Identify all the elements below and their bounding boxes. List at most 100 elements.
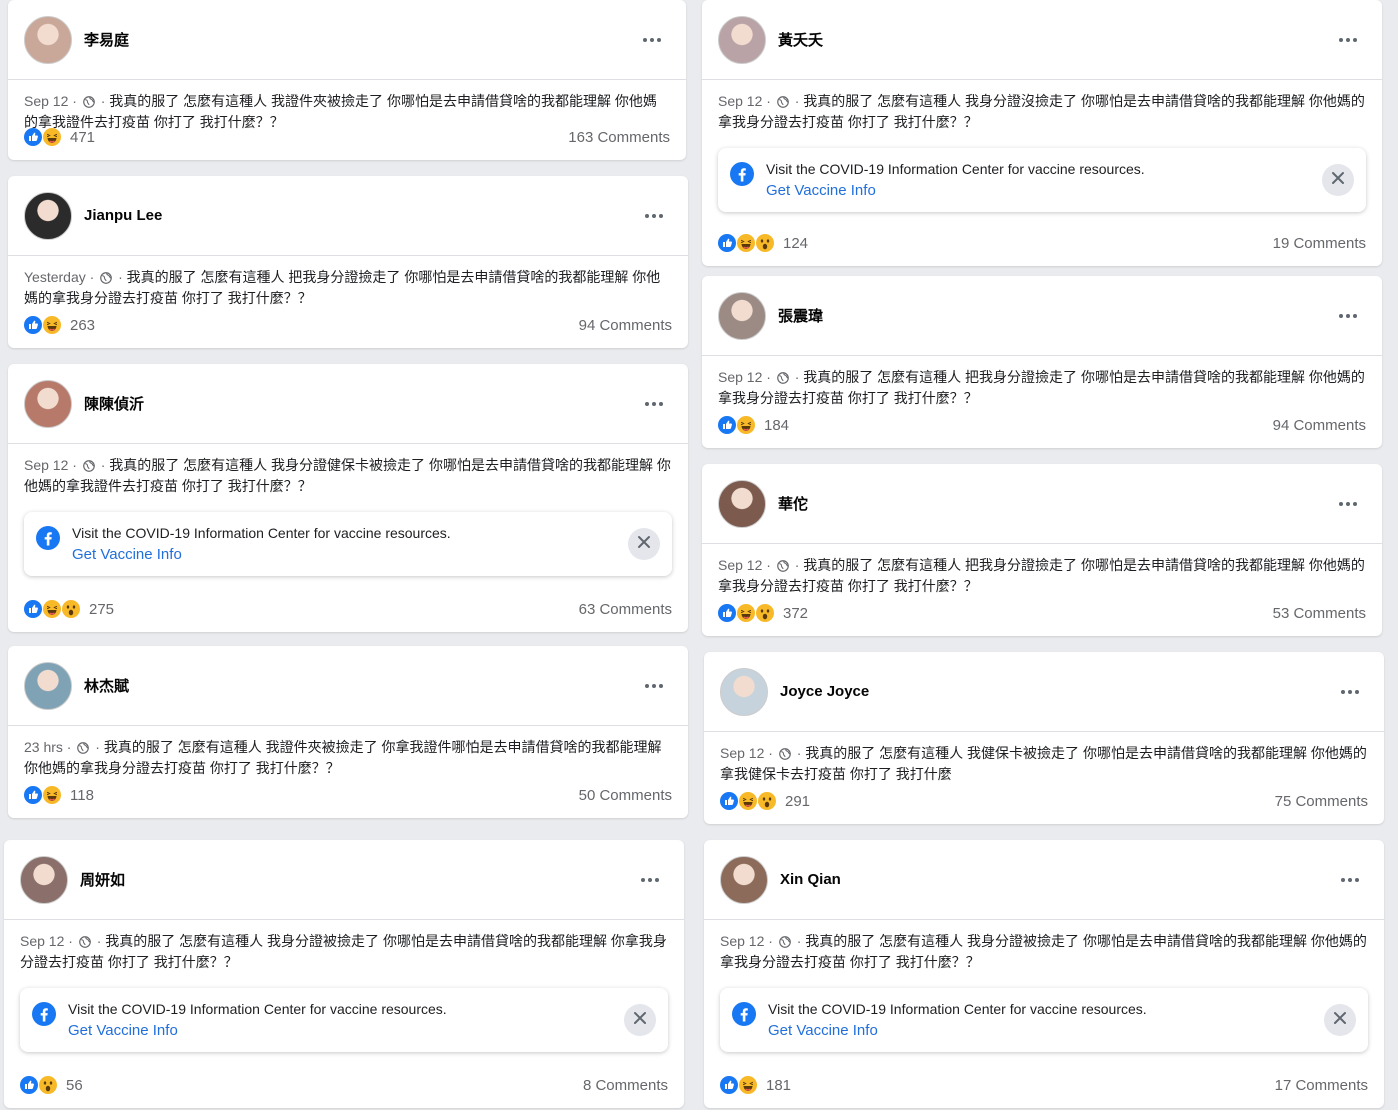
close-info-card-button[interactable]: [1322, 164, 1354, 196]
avatar[interactable]: [720, 667, 768, 716]
more-options-button[interactable]: [1330, 304, 1366, 328]
author-name[interactable]: 陳陳偵沂: [84, 393, 636, 414]
reaction-count[interactable]: 184: [764, 417, 789, 434]
more-options-button[interactable]: [632, 868, 668, 892]
author-name[interactable]: 華佗: [778, 493, 1330, 514]
post-footer: 275 63 Comments: [24, 598, 672, 620]
close-info-card-button[interactable]: [628, 528, 660, 560]
reaction-count[interactable]: 56: [66, 1077, 83, 1094]
avatar[interactable]: [720, 855, 768, 904]
author-name[interactable]: 林杰賦: [84, 675, 636, 696]
reaction-summary[interactable]: 372: [718, 604, 808, 622]
comments-count-link[interactable]: 94 Comments: [579, 317, 672, 334]
more-options-button[interactable]: [634, 28, 670, 52]
post-timestamp[interactable]: Sep 12: [718, 557, 762, 573]
post-timestamp[interactable]: Sep 12: [718, 369, 762, 385]
post-timestamp[interactable]: Sep 12: [24, 457, 68, 473]
reaction-count[interactable]: 263: [70, 317, 95, 334]
more-options-button[interactable]: [1330, 492, 1366, 516]
post-card: 李易庭 Sep 12 · · 我真的服了 怎麼有這種人 我證件夾被撿走了 你哪怕是…: [8, 0, 686, 160]
wow-reaction-icon: [62, 600, 80, 618]
close-info-card-button[interactable]: [624, 1004, 656, 1036]
reaction-count[interactable]: 124: [783, 235, 808, 252]
globe-icon[interactable]: [77, 740, 90, 759]
globe-icon[interactable]: [78, 934, 91, 953]
like-reaction-icon: [24, 316, 42, 334]
more-options-button[interactable]: [636, 204, 672, 228]
globe-icon[interactable]: [776, 370, 789, 389]
globe-icon[interactable]: [82, 458, 95, 477]
more-options-button[interactable]: [636, 674, 672, 698]
reaction-summary[interactable]: 291: [720, 792, 810, 810]
comments-count-link[interactable]: 50 Comments: [579, 787, 672, 804]
author-name[interactable]: 周妍如: [80, 869, 632, 890]
reaction-summary[interactable]: 56: [20, 1076, 83, 1094]
get-vaccine-info-link[interactable]: Get Vaccine Info: [768, 1020, 1324, 1041]
more-options-button[interactable]: [636, 392, 672, 416]
separator-dot: ·: [762, 93, 775, 109]
avatar[interactable]: [24, 661, 72, 710]
reaction-summary[interactable]: 184: [718, 416, 789, 434]
reaction-count[interactable]: 181: [766, 1077, 791, 1094]
reaction-count[interactable]: 471: [70, 129, 95, 146]
post-footer: 56 8 Comments: [20, 1074, 668, 1096]
post-timestamp[interactable]: Sep 12: [720, 933, 764, 949]
author-name[interactable]: 黃夭夭: [778, 29, 1330, 50]
globe-icon[interactable]: [82, 94, 95, 113]
get-vaccine-info-link[interactable]: Get Vaccine Info: [72, 544, 628, 565]
globe-icon[interactable]: [778, 746, 791, 765]
more-options-button[interactable]: [1332, 680, 1368, 704]
post-timestamp[interactable]: 23 hrs: [24, 739, 63, 755]
author-name[interactable]: 張震瑋: [778, 305, 1330, 326]
comments-count-link[interactable]: 163 Comments: [568, 129, 670, 146]
avatar[interactable]: [718, 15, 766, 64]
comments-count-link[interactable]: 19 Comments: [1273, 235, 1366, 252]
reaction-count[interactable]: 372: [783, 605, 808, 622]
globe-icon[interactable]: [776, 94, 789, 113]
author-name[interactable]: Joyce Joyce: [780, 683, 1332, 700]
reaction-summary[interactable]: 124: [718, 234, 808, 252]
reaction-summary[interactable]: 275: [24, 600, 114, 618]
post-timestamp[interactable]: Sep 12: [718, 93, 762, 109]
close-info-card-button[interactable]: [1324, 1004, 1356, 1036]
get-vaccine-info-link[interactable]: Get Vaccine Info: [68, 1020, 624, 1041]
comments-count-link[interactable]: 17 Comments: [1275, 1077, 1368, 1094]
reaction-summary[interactable]: 181: [720, 1076, 791, 1094]
more-options-button[interactable]: [1330, 28, 1366, 52]
avatar[interactable]: [24, 15, 72, 64]
globe-icon[interactable]: [778, 934, 791, 953]
post-text: 我真的服了 怎麼有這種人 我身分證健保卡被撿走了 你哪怕是去申請借貸啥的我都能理…: [24, 457, 671, 494]
post-header: Xin Qian: [704, 840, 1384, 920]
reaction-count[interactable]: 291: [785, 793, 810, 810]
author-name[interactable]: Xin Qian: [780, 871, 1332, 888]
post-timestamp[interactable]: Sep 12: [24, 93, 68, 109]
get-vaccine-info-link[interactable]: Get Vaccine Info: [766, 180, 1322, 201]
comments-count-link[interactable]: 94 Comments: [1273, 417, 1366, 434]
avatar[interactable]: [718, 479, 766, 528]
author-name[interactable]: 李易庭: [84, 29, 634, 50]
comments-count-link[interactable]: 53 Comments: [1273, 605, 1366, 622]
avatar[interactable]: [24, 191, 72, 240]
post-timestamp[interactable]: Yesterday: [24, 269, 86, 285]
post-header: 華佗: [702, 464, 1382, 544]
post-body: Yesterday · · 我真的服了 怎麼有這種人 把我身分證撿走了 你哪怕是…: [8, 256, 688, 308]
reaction-count[interactable]: 275: [89, 601, 114, 618]
avatar[interactable]: [24, 379, 72, 428]
reaction-count[interactable]: 118: [70, 787, 94, 804]
post-timestamp[interactable]: Sep 12: [20, 933, 64, 949]
globe-icon[interactable]: [776, 558, 789, 577]
reaction-summary[interactable]: 118: [24, 786, 94, 804]
globe-icon[interactable]: [100, 270, 113, 289]
reaction-summary[interactable]: 471: [24, 128, 95, 146]
reaction-summary[interactable]: 263: [24, 316, 95, 334]
comments-count-link[interactable]: 8 Comments: [583, 1077, 668, 1094]
comments-count-link[interactable]: 63 Comments: [579, 601, 672, 618]
comments-count-link[interactable]: 75 Comments: [1275, 793, 1368, 810]
post-text: 我真的服了 怎麼有這種人 我身分證被撿走了 你哪怕是去申請借貸啥的我都能理解 你…: [20, 933, 667, 970]
author-name[interactable]: Jianpu Lee: [84, 207, 636, 224]
post-timestamp[interactable]: Sep 12: [720, 745, 764, 761]
post-text: 我真的服了 怎麼有這種人 我健保卡被撿走了 你哪怕是去申請借貸啥的我都能理解 你…: [720, 745, 1367, 782]
avatar[interactable]: [20, 855, 68, 904]
more-options-button[interactable]: [1332, 868, 1368, 892]
avatar[interactable]: [718, 291, 766, 340]
